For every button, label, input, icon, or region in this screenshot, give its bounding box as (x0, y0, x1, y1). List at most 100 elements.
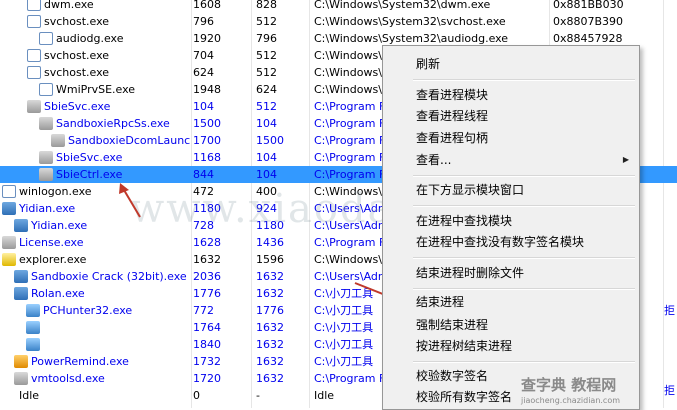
process-icon (14, 372, 28, 385)
process-name: Idle (19, 389, 40, 402)
menu-separator (413, 205, 635, 207)
process-icon (39, 32, 53, 45)
menu-item-label: 查看... (416, 153, 452, 167)
process-ppid: 1632 (256, 355, 284, 368)
process-name: SbieCtrl.exe (56, 168, 123, 181)
process-pid: 104 (193, 100, 214, 113)
process-path: C:\Windows\System32\svchost.exe (314, 15, 506, 28)
process-icon (26, 321, 40, 334)
process-name: SbieSvc.exe (56, 151, 123, 164)
menu-item-label: 在进程中查找没有数字签名模块 (416, 235, 585, 249)
process-ppid: 796 (256, 32, 277, 45)
process-ppid: 624 (256, 83, 277, 96)
process-pid: 1608 (193, 0, 221, 11)
process-pid: 1632 (193, 253, 221, 266)
process-pid: 1500 (193, 117, 221, 130)
process-name: SandboxieDcomLaunc... (68, 134, 190, 147)
process-name: svchost.exe (44, 66, 110, 79)
process-icon (14, 287, 28, 300)
process-icon (26, 304, 40, 317)
process-icon (27, 100, 41, 113)
process-icon (2, 185, 16, 198)
menu-item-label: 查看进程线程 (416, 109, 489, 123)
process-pid: 1628 (193, 236, 221, 249)
process-icon (27, 15, 41, 28)
menu-item[interactable]: 在下方显示模块窗口 (383, 180, 637, 200)
process-name (43, 336, 190, 353)
process-icon (51, 134, 65, 147)
process-path: C:\Windows\System32\dwm.exe (314, 0, 491, 11)
process-ppid: 512 (256, 66, 277, 79)
process-icon (39, 83, 53, 96)
menu-item[interactable]: 查看进程模块 (383, 85, 637, 105)
menu-item[interactable]: 查看... ▶ (383, 150, 637, 170)
process-icon (39, 168, 53, 181)
menu-item-label: 查看进程模块 (416, 88, 489, 102)
process-name: PowerRemind.exe (31, 355, 129, 368)
menu-separator (413, 175, 635, 177)
process-icon (26, 338, 40, 351)
menu-item[interactable]: 按进程树结束进程 (383, 336, 637, 356)
process-pid: 624 (193, 66, 214, 79)
process-ppid: 1500 (256, 134, 284, 147)
process-pid: 704 (193, 49, 214, 62)
process-pid: 1732 (193, 355, 221, 368)
watermark-brand: 查字典 教程网 jiaocheng.chazidian.com (517, 374, 673, 408)
process-icon (27, 66, 41, 79)
process-ppid: 104 (256, 117, 277, 130)
process-ppid: 1632 (256, 270, 284, 283)
process-pid: 0 (193, 389, 200, 402)
process-ppid: 1596 (256, 253, 284, 266)
process-icon (39, 117, 53, 130)
process-ppid: 1776 (256, 304, 284, 317)
menu-item[interactable]: 强制结束进程 (383, 315, 637, 335)
process-ppid: 1436 (256, 236, 284, 249)
process-addr: 0x8807B390 (553, 15, 624, 28)
menu-item[interactable]: 查看进程线程 (383, 106, 637, 126)
menu-item[interactable]: 刷新 (383, 54, 637, 74)
process-name: vmtoolsd.exe (31, 372, 105, 385)
process-pid: 1700 (193, 134, 221, 147)
right-fragment-text-1: 拒 (664, 304, 675, 317)
process-name: SandboxieRpcSs.exe (56, 117, 170, 130)
menu-item[interactable]: 查看进程句柄 (383, 128, 637, 148)
process-ppid: 1632 (256, 338, 284, 351)
menu-item-label: 查看进程句柄 (416, 131, 489, 145)
process-ppid: 512 (256, 49, 277, 62)
process-ppid: 1632 (256, 372, 284, 385)
process-icon (2, 253, 16, 266)
menu-item[interactable]: 在进程中查找没有数字签名模块 (383, 232, 637, 252)
process-ppid: - (256, 389, 260, 402)
process-name: explorer.exe (19, 253, 87, 266)
process-pid: 1168 (193, 151, 221, 164)
process-name: PCHunter32.exe (43, 304, 133, 317)
menu-item[interactable]: 在进程中查找模块 (383, 211, 637, 231)
menu-item[interactable]: 结束进程 (383, 292, 637, 312)
process-icon (14, 219, 28, 232)
menu-item[interactable]: 结束进程时删除文件 (383, 263, 637, 283)
process-ppid: 1632 (256, 321, 284, 334)
process-name: dwm.exe (44, 0, 94, 11)
process-icon (39, 151, 53, 164)
menu-item-label: 结束进程时删除文件 (416, 266, 525, 280)
menu-item-label: 校验数字签名 (416, 369, 489, 383)
process-pid: 1764 (193, 321, 221, 334)
process-name: SbieSvc.exe (44, 100, 111, 113)
table-row[interactable]: dwm.exe 1608 828 C:\Windows\System32\dwm.ex… (0, 0, 677, 13)
process-ppid: 1632 (256, 287, 284, 300)
process-pid: 1948 (193, 83, 221, 96)
process-name: audiodg.exe (56, 32, 124, 45)
process-pid: 796 (193, 15, 214, 28)
menu-item-label: 在下方显示模块窗口 (416, 183, 525, 197)
process-addr: 0x881BB030 (553, 0, 624, 11)
watermark-brand-title: 查字典 教程网 (521, 376, 617, 394)
menu-item-label: 刷新 (416, 57, 441, 71)
process-icon (2, 202, 16, 215)
process-ppid: 104 (256, 151, 277, 164)
context-menu: 刷新查看进程模块 查看进程线程 查看进程句柄查看... ▶ 在下方显示模块窗口在进程中查… (382, 45, 640, 410)
process-pid: 844 (193, 168, 214, 181)
process-icon (2, 236, 16, 249)
process-name: WmiPrvSE.exe (56, 83, 136, 96)
process-ppid: 828 (256, 0, 277, 11)
table-row[interactable]: svchost.exe 796 512 C:\Windows\System32\svc… (0, 13, 677, 30)
